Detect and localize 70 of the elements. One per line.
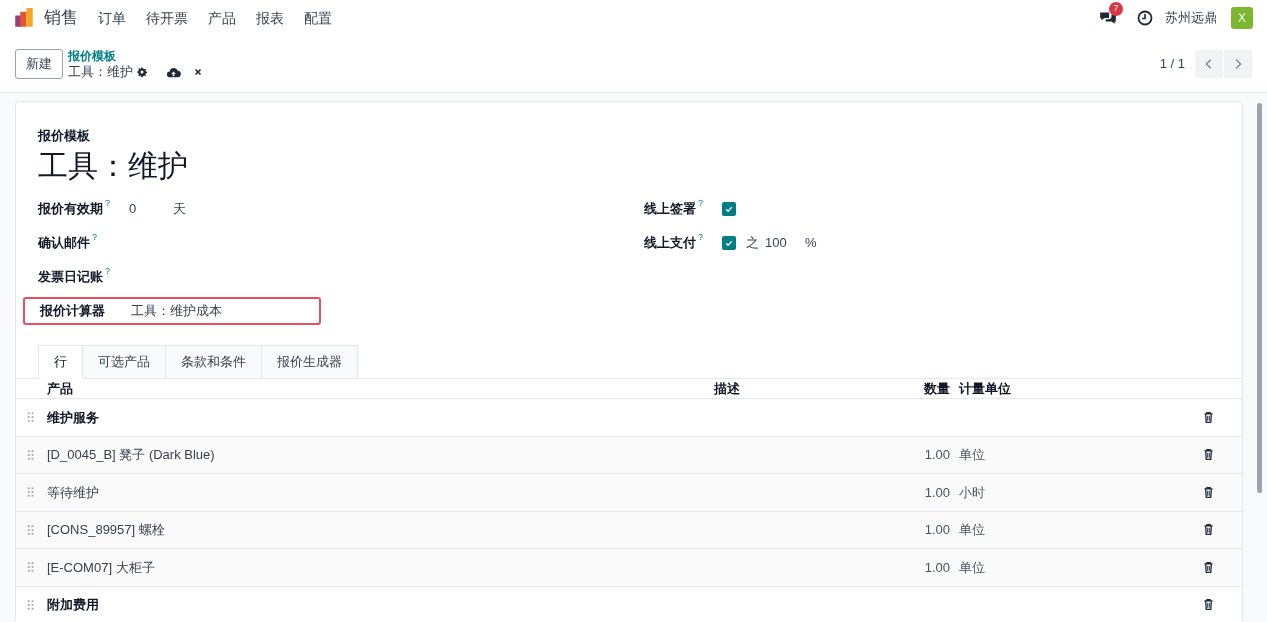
clock-icon[interactable] bbox=[1137, 10, 1153, 26]
column-header[interactable]: 产品 bbox=[47, 378, 714, 398]
table-row[interactable]: [D_0045_B] 凳子 (Dark Blue) 1.00 单位 bbox=[16, 436, 1242, 474]
message-count-badge: 7 bbox=[1109, 2, 1123, 16]
app-logo-icon[interactable] bbox=[14, 8, 34, 28]
table-row[interactable]: [CONS_89957] 螺栓 1.00 单位 bbox=[16, 511, 1242, 549]
column-header[interactable]: 数量 bbox=[864, 378, 950, 398]
quantity-cell-text: 1.00 bbox=[923, 558, 950, 577]
product-cell-text: 维护服务 bbox=[47, 408, 100, 427]
unit-cell-text: 单位 bbox=[959, 446, 986, 464]
tab[interactable]: 条款和条件 bbox=[166, 344, 262, 379]
pager-value: 1 / 1 bbox=[1159, 55, 1185, 74]
product-cell-text: [E-COM07] 大柜子 bbox=[47, 558, 156, 577]
trash-icon[interactable] bbox=[1202, 448, 1215, 462]
unit-label: 天 bbox=[173, 199, 186, 218]
unit-cell-text: 小时 bbox=[959, 483, 986, 502]
field-label: 确认邮件 bbox=[38, 233, 90, 252]
column-header[interactable]: 描述 bbox=[714, 378, 864, 398]
quantity-cell-text: 1.00 bbox=[923, 521, 950, 539]
record-name: 工具：维护 bbox=[68, 64, 133, 80]
field-label: 报价计算器 bbox=[40, 301, 105, 320]
field-label: 线上支付 bbox=[644, 233, 696, 252]
quantity-cell-text: 1.00 bbox=[923, 483, 950, 502]
trash-icon[interactable] bbox=[1202, 560, 1215, 574]
tab[interactable]: 可选产品 bbox=[83, 344, 166, 379]
scrollbar-thumb[interactable] bbox=[1256, 103, 1262, 493]
unit-label: % bbox=[805, 233, 817, 252]
product-cell-text: 附加费用 bbox=[47, 596, 100, 614]
table-row[interactable]: [E-COM07] 大柜子 1.00 单位 bbox=[16, 549, 1242, 587]
field-value[interactable]: 0 bbox=[129, 198, 173, 219]
column-header[interactable]: 计量单位 bbox=[959, 378, 1059, 398]
unit-cell-text: 单位 bbox=[959, 521, 986, 539]
tab[interactable]: 报价生成器 bbox=[262, 344, 358, 379]
new-button[interactable]: 新建 bbox=[15, 49, 63, 79]
help-mark[interactable]: ? bbox=[105, 198, 110, 208]
menu-item[interactable]: 报表 bbox=[256, 7, 284, 29]
product-cell-text: 等待维护 bbox=[47, 483, 100, 502]
form-title: 工具：维护 bbox=[38, 147, 189, 184]
form-caption: 报价模板 bbox=[38, 127, 91, 145]
help-mark[interactable]: ? bbox=[105, 266, 110, 276]
trash-icon[interactable] bbox=[1202, 410, 1215, 424]
tab[interactable]: 行 bbox=[38, 344, 83, 379]
close-icon[interactable] bbox=[193, 67, 203, 77]
trash-icon[interactable] bbox=[1202, 485, 1215, 499]
app-name[interactable]: 销售 bbox=[44, 5, 78, 31]
breadcrumb-link[interactable]: 报价模板 bbox=[68, 48, 203, 64]
help-mark[interactable]: ? bbox=[92, 232, 97, 242]
field-label: 线上签署 bbox=[644, 199, 696, 218]
gear-icon[interactable] bbox=[136, 66, 148, 78]
field-label: 报价有效期 bbox=[38, 199, 103, 218]
menu-item[interactable]: 待开票 bbox=[146, 7, 188, 29]
company-name[interactable]: 苏州远鼎 bbox=[1165, 8, 1217, 28]
menu-item[interactable]: 订单 bbox=[98, 7, 126, 29]
checkbox[interactable] bbox=[722, 235, 736, 250]
field-label: 发票日记账 bbox=[38, 267, 103, 286]
trash-icon[interactable] bbox=[1202, 598, 1215, 612]
unit-cell-text: 单位 bbox=[959, 558, 986, 577]
product-cell-text: [D_0045_B] 凳子 (Dark Blue) bbox=[47, 446, 216, 464]
field-value[interactable]: 工具：维护成本 bbox=[131, 300, 222, 321]
checkbox[interactable] bbox=[722, 201, 736, 216]
help-mark[interactable]: ? bbox=[698, 232, 703, 242]
menu-item[interactable]: 配置 bbox=[304, 7, 332, 29]
quantity-cell-text: 1.00 bbox=[923, 446, 950, 464]
help-mark[interactable]: ? bbox=[698, 198, 703, 208]
prefix-label: 之 bbox=[746, 233, 759, 252]
menu-item[interactable]: 产品 bbox=[208, 7, 236, 29]
trash-icon[interactable] bbox=[1202, 523, 1215, 537]
table-row[interactable]: 等待维护 1.00 小时 bbox=[16, 474, 1242, 512]
field-value[interactable]: 100 bbox=[765, 232, 805, 253]
product-cell-text: [CONS_89957] 螺栓 bbox=[47, 521, 166, 539]
